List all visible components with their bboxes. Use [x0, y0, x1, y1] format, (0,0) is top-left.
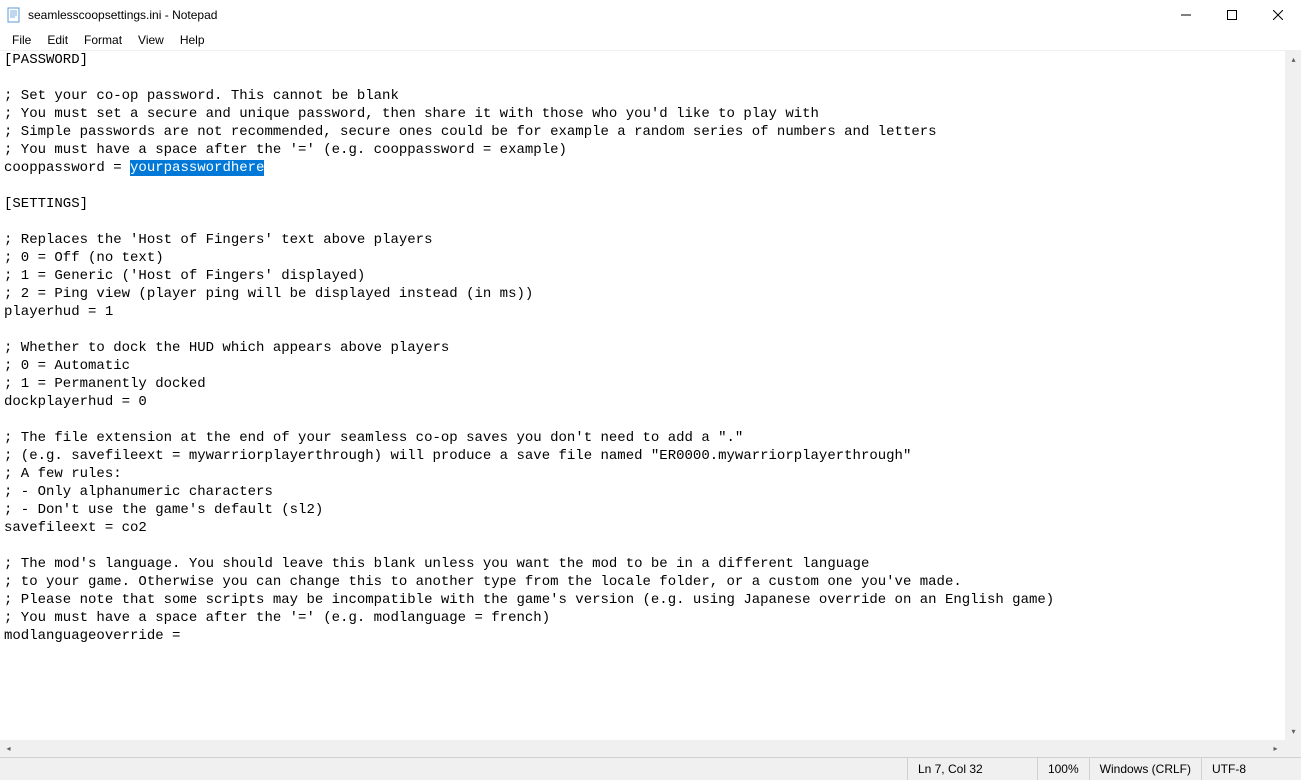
statusbar: Ln 7, Col 32 100% Windows (CRLF) UTF-8 [0, 757, 1301, 780]
menubar: File Edit Format View Help [0, 30, 1301, 50]
selected-text[interactable]: yourpasswordhere [130, 160, 264, 176]
scroll-left-icon[interactable]: ◂ [0, 740, 17, 757]
menu-file[interactable]: File [4, 32, 39, 48]
status-position: Ln 7, Col 32 [907, 758, 1037, 780]
notepad-icon [6, 7, 22, 23]
scroll-down-icon[interactable]: ▾ [1285, 723, 1301, 740]
maximize-button[interactable] [1209, 0, 1255, 30]
text-editor[interactable]: [PASSWORD] ; Set your co-op password. Th… [0, 51, 1284, 740]
menu-edit[interactable]: Edit [39, 32, 76, 48]
menu-help[interactable]: Help [172, 32, 213, 48]
status-encoding: UTF-8 [1201, 758, 1301, 780]
window-title: seamlesscoopsettings.ini - Notepad [28, 8, 1163, 22]
status-eol: Windows (CRLF) [1089, 758, 1201, 780]
titlebar: seamlesscoopsettings.ini - Notepad [0, 0, 1301, 30]
horizontal-scrollbar[interactable]: ◂ ▸ [0, 740, 1301, 757]
scroll-up-icon[interactable]: ▴ [1285, 51, 1301, 68]
minimize-button[interactable] [1163, 0, 1209, 30]
close-button[interactable] [1255, 0, 1301, 30]
vertical-scrollbar[interactable]: ▴ ▾ [1284, 51, 1301, 740]
editor-area: [PASSWORD] ; Set your co-op password. Th… [0, 50, 1301, 740]
menu-view[interactable]: View [130, 32, 172, 48]
scroll-right-icon[interactable]: ▸ [1267, 740, 1284, 757]
scrollbar-corner [1284, 740, 1301, 757]
menu-format[interactable]: Format [76, 32, 130, 48]
window-controls [1163, 0, 1301, 30]
status-zoom: 100% [1037, 758, 1089, 780]
